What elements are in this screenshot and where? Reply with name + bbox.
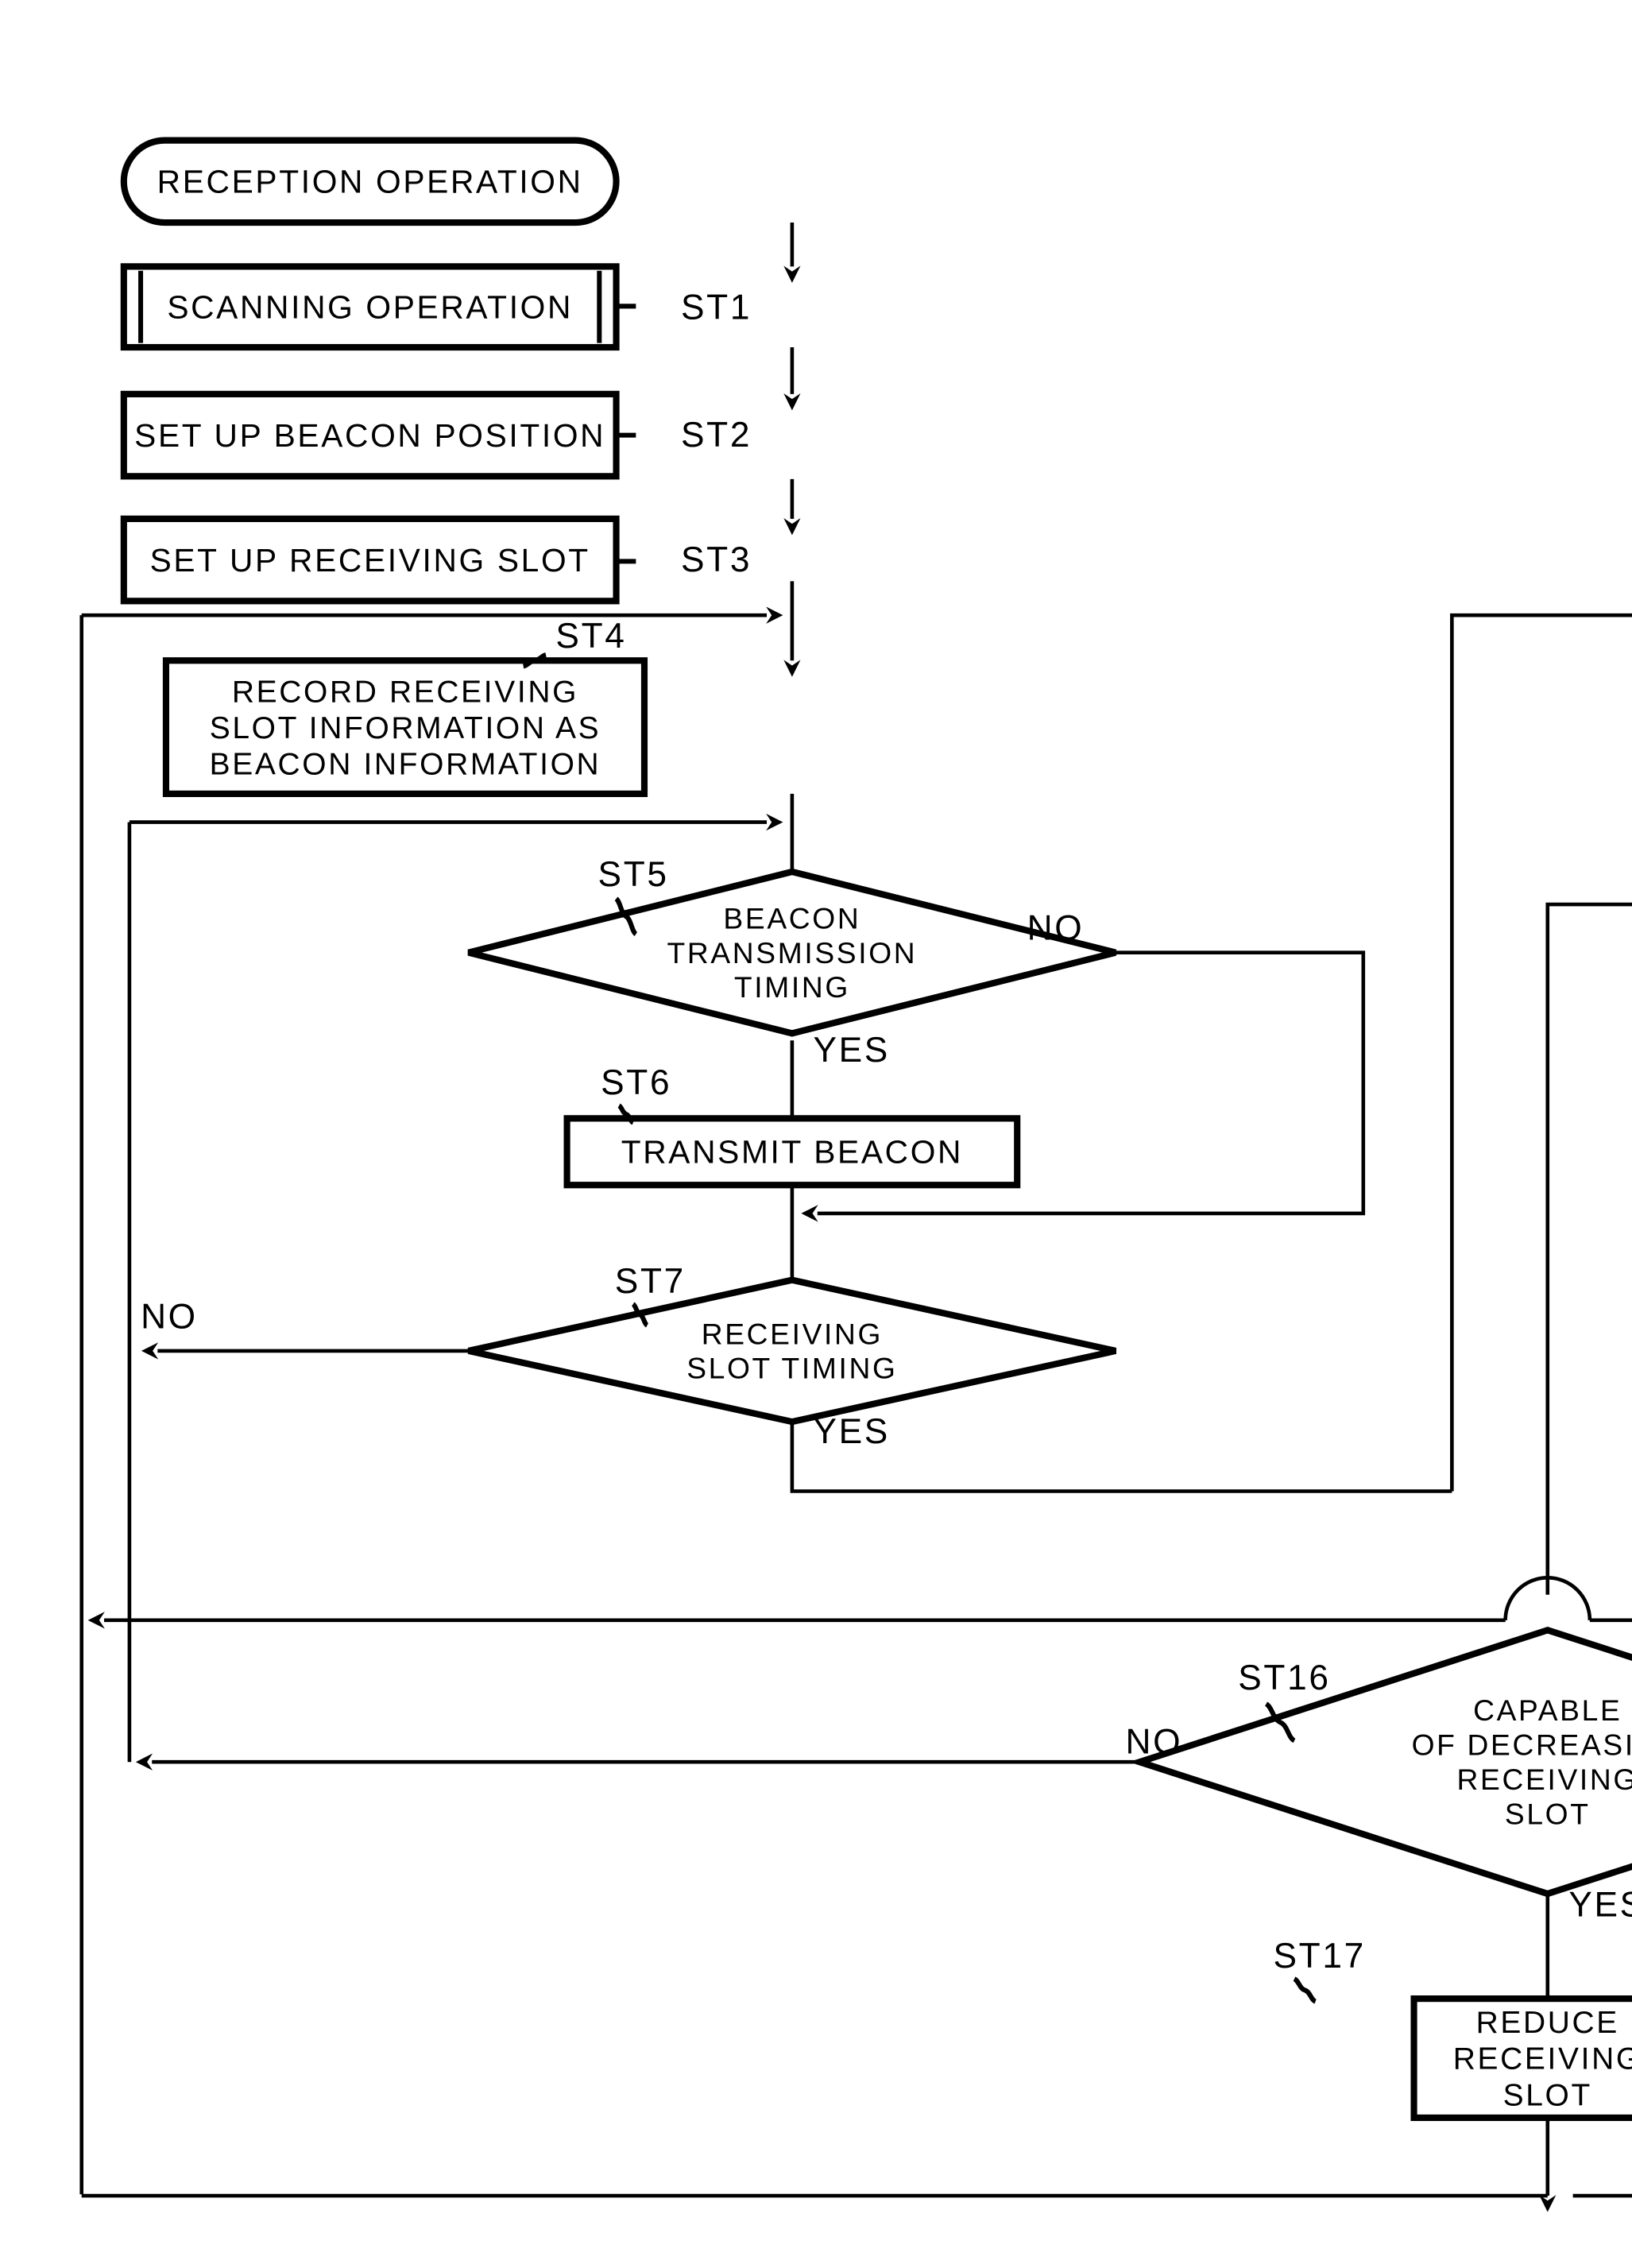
node-st1: SCANNING OPERATION bbox=[120, 263, 620, 351]
callout-st5-label: ST5 bbox=[598, 855, 669, 894]
node-st17-text-line: REDUCE bbox=[1476, 2006, 1619, 2040]
node-st1-text: SCANNING OPERATION bbox=[167, 288, 573, 325]
node-st7-text: RECEIVINGSLOT TIMING bbox=[686, 1317, 897, 1385]
node-st5-text-line: TRANSMISSION bbox=[667, 936, 917, 970]
flowchart-svg: RECEPTION OPERATION SCANNING OPERATION SET… bbox=[0, 0, 1632, 2268]
edge-label-st5_yes: YES bbox=[813, 1031, 890, 1070]
callout-st6-label: ST6 bbox=[601, 1063, 671, 1102]
node-st6-text: TRANSMIT BEACON bbox=[621, 1134, 963, 1171]
node-st4: RECORD RECEIVINGSLOT INFORMATION ASBEACO… bbox=[162, 657, 648, 798]
node-st3-text: SET UP RECEIVING SLOT bbox=[150, 542, 590, 579]
node-st16-text-line: SLOT bbox=[1505, 1797, 1591, 1830]
callout-st4-label: ST4 bbox=[555, 617, 626, 656]
edge-label-st16_yes: YES bbox=[1568, 1885, 1632, 1924]
callout-st17-label: ST17 bbox=[1273, 1937, 1365, 1976]
start-terminator: RECEPTION OPERATION bbox=[120, 137, 620, 226]
callout-st16-label: ST16 bbox=[1238, 1658, 1330, 1697]
edge-label-st5_no: NO bbox=[1027, 908, 1085, 947]
node-st4-text-line: RECORD RECEIVING bbox=[232, 675, 578, 709]
edge-label-st7_no: NO bbox=[141, 1297, 198, 1336]
node-st4-text-line: SLOT INFORMATION AS bbox=[210, 711, 601, 745]
callout-st1-label: ST1 bbox=[681, 288, 752, 327]
node-st1-text-line: SCANNING OPERATION bbox=[167, 288, 573, 325]
node-st17-text-line: RECEIVING bbox=[1453, 2042, 1632, 2076]
callout-st7-label: ST7 bbox=[615, 1262, 686, 1301]
node-st16-text-line: CAPABLE bbox=[1473, 1693, 1622, 1727]
node-st5-text-line: BEACON bbox=[723, 901, 860, 935]
node-st2: SET UP BEACON POSITION bbox=[120, 390, 620, 480]
edge-label-st7_yes: YES bbox=[813, 1412, 890, 1451]
node-st17-text-line: SLOT bbox=[1503, 2078, 1592, 2112]
node-st4-text-line: BEACON INFORMATION bbox=[210, 747, 601, 781]
start-label: RECEPTION OPERATION bbox=[157, 164, 583, 200]
start-label-line: RECEPTION OPERATION bbox=[157, 164, 583, 200]
node-st2-text: SET UP BEACON POSITION bbox=[134, 417, 605, 454]
node-st5-text-line: TIMING bbox=[734, 970, 850, 1004]
edge-label-st16_no: NO bbox=[1126, 1722, 1183, 1761]
node-st3: SET UP RECEIVING SLOT bbox=[120, 515, 620, 605]
node-st4-text: RECORD RECEIVINGSLOT INFORMATION ASBEACO… bbox=[210, 675, 601, 781]
node-st7-text-line: RECEIVING bbox=[702, 1317, 883, 1350]
callout-st3-label: ST3 bbox=[681, 540, 752, 579]
flowchart-canvas: RECEPTION OPERATION SCANNING OPERATION SET… bbox=[0, 0, 1632, 2268]
node-st16-text-line: RECEIVING bbox=[1457, 1763, 1632, 1796]
node-st2-text-line: SET UP BEACON POSITION bbox=[134, 417, 605, 454]
callout-st2-label: ST2 bbox=[681, 416, 752, 455]
node-st16-text-line: OF DECREASING bbox=[1412, 1728, 1632, 1761]
node-st3-text-line: SET UP RECEIVING SLOT bbox=[150, 542, 590, 579]
node-st17: REDUCERECEIVINGSLOT bbox=[1410, 1995, 1632, 2122]
node-st6: TRANSMIT BEACON bbox=[563, 1115, 1021, 1189]
node-st7-text-line: SLOT TIMING bbox=[686, 1352, 897, 1385]
node-st6-text-line: TRANSMIT BEACON bbox=[621, 1134, 963, 1171]
